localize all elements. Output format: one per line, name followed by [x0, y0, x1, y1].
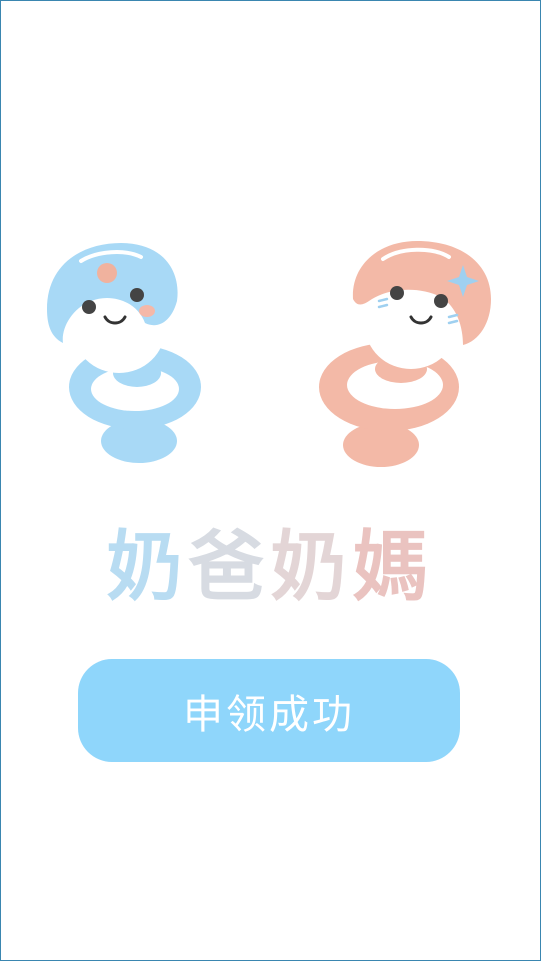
- success-button-label: 申领成功: [183, 691, 355, 738]
- app-title: 奶爸奶媽: [1, 519, 540, 615]
- title-char-2: 爸: [188, 522, 271, 611]
- blue-pacifier-mascot-icon: [47, 243, 201, 463]
- app-screen: 奶爸奶媽 申领成功: [0, 0, 541, 961]
- pink-pacifier-mascot-icon: [319, 241, 491, 467]
- title-char-3: 奶: [270, 522, 353, 611]
- title-char-1: 奶: [106, 522, 189, 611]
- title-char-4: 媽: [352, 522, 435, 611]
- success-button[interactable]: 申领成功: [78, 659, 460, 762]
